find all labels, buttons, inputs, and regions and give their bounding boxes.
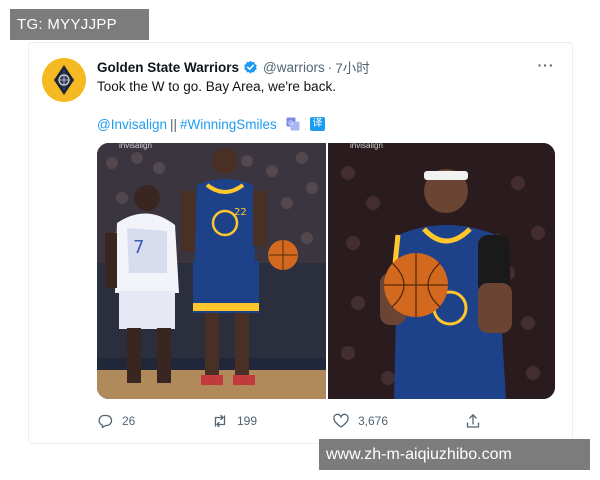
photo-caption-2: invisalign xyxy=(350,143,383,150)
watermark-top: TG: MYYJJPP xyxy=(10,9,149,40)
basketball-photo-1: 7 22 xyxy=(97,143,326,399)
retweet-icon xyxy=(214,414,226,428)
avatar[interactable] xyxy=(42,58,86,102)
reply-icon xyxy=(98,414,113,429)
hashtag-link[interactable]: #WinningSmiles xyxy=(180,117,277,132)
mention-link[interactable]: @Invisalign xyxy=(97,117,167,132)
author-display-name[interactable]: Golden State Warriors xyxy=(97,60,239,75)
photo-caption-1: invisalign xyxy=(119,143,152,150)
tag-separator: || xyxy=(170,116,178,132)
reply-button[interactable]: 26 xyxy=(97,411,135,431)
media-photo-1[interactable]: 7 22 invisalign xyxy=(97,143,326,399)
retweet-button[interactable]: 199 xyxy=(212,411,257,431)
watermark-bottom: www.zh-m-aiqiuzhibo.com xyxy=(319,439,590,470)
share-icon xyxy=(466,414,480,428)
media-photo-2[interactable]: invisalign xyxy=(328,143,555,399)
warriors-logo-icon xyxy=(42,58,86,102)
verified-badge-icon xyxy=(243,60,258,75)
like-button[interactable]: 3,676 xyxy=(333,411,388,431)
svg-text:7: 7 xyxy=(133,237,144,258)
author-handle[interactable]: @warriors xyxy=(263,60,325,75)
tweet-actions: 26 199 3,676 xyxy=(97,411,557,431)
separator-dot: · xyxy=(327,59,333,75)
reply-count: 26 xyxy=(122,414,136,428)
more-options-icon[interactable]: ··· xyxy=(536,57,556,75)
svg-text:G: G xyxy=(288,120,293,127)
like-count: 3,676 xyxy=(358,414,389,428)
retweet-count: 199 xyxy=(237,414,258,428)
tweet-header: Golden State Warriors @warriors · 7小时 xyxy=(97,57,370,77)
basketball-photo-2 xyxy=(328,143,555,399)
svg-text:22: 22 xyxy=(234,207,247,218)
tweet-timestamp[interactable]: 7小时 xyxy=(335,57,370,77)
share-button[interactable] xyxy=(465,411,490,431)
heart-icon xyxy=(333,413,349,428)
tweet-tags: @Invisalign || #WinningSmiles G 译 xyxy=(97,115,325,133)
tweet-text: Took the W to go. Bay Area, we're back. xyxy=(97,79,336,94)
media-grid[interactable]: 7 22 invisalign invisalign xyxy=(97,143,555,399)
translate-icon[interactable]: G xyxy=(286,117,300,131)
translate-badge[interactable]: 译 xyxy=(309,117,325,131)
